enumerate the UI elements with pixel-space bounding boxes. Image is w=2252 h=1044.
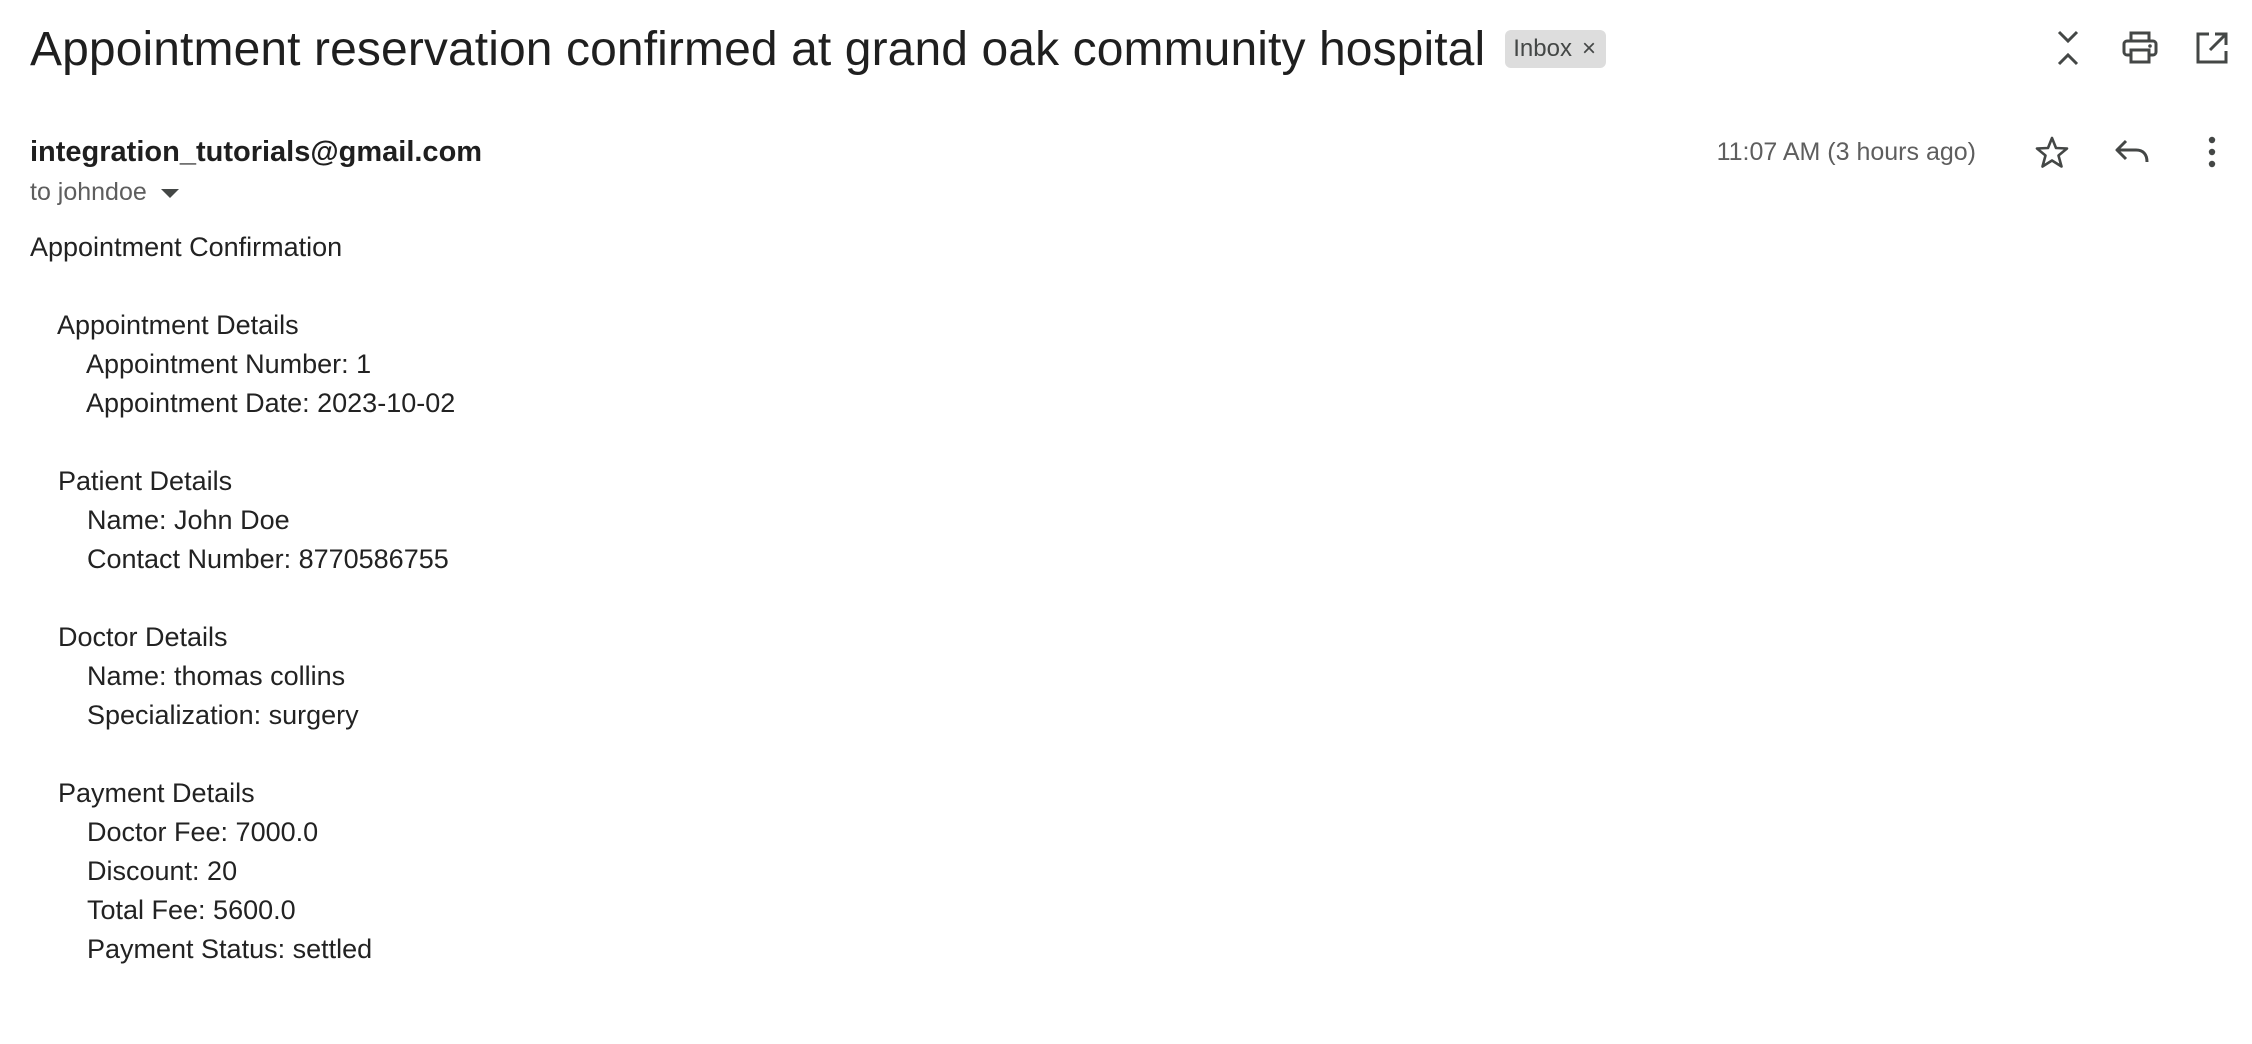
open-in-new-window-icon[interactable] [2188, 24, 2236, 72]
expand-collapse-icon[interactable] [2044, 24, 2092, 72]
top-actions [2020, 24, 2236, 72]
section-line: Specialization: surgery [87, 700, 359, 730]
section-title: Appointment Details [57, 310, 299, 340]
section-line: Name: John Doe [87, 505, 290, 535]
more-vert-icon[interactable] [2188, 128, 2236, 176]
label-text: Inbox [1513, 35, 1572, 62]
message-body: Appointment Confirmation Appointment Det… [30, 228, 455, 969]
inbox-label-chip[interactable]: Inbox × [1505, 30, 1606, 68]
section-line: Contact Number: 8770586755 [87, 544, 449, 574]
section-line: Appointment Date: 2023-10-02 [86, 388, 456, 418]
payment-details-section: Payment Details Doctor Fee: 7000.0 Disco… [30, 774, 455, 969]
message-timestamp: 11:07 AM (3 hours ago) [1716, 137, 1976, 166]
sender-email[interactable]: integration_tutorials@gmail.com [30, 136, 482, 169]
section-title: Payment Details [58, 778, 255, 808]
section-title: Patient Details [58, 466, 233, 496]
chevron-down-icon[interactable] [160, 189, 179, 198]
reply-icon[interactable] [2108, 128, 2156, 176]
section-line: Name: thomas collins [87, 661, 346, 691]
section-line: Appointment Number: 1 [86, 349, 372, 379]
message-meta: 11:07 AM (3 hours ago) [1717, 128, 2236, 176]
section-line: Total Fee: 5600.0 [87, 895, 296, 925]
doctor-details-section: Doctor Details Name: thomas collins Spec… [30, 618, 455, 735]
print-icon[interactable] [2116, 24, 2164, 72]
subject-bar: Appointment reservation confirmed at gra… [30, 14, 2222, 84]
patient-details-section: Patient Details Name: John Doe Contact N… [30, 462, 455, 579]
section-title: Doctor Details [58, 622, 228, 652]
appointment-details-section: Appointment Details Appointment Number: … [30, 306, 455, 423]
body-heading: Appointment Confirmation [30, 232, 343, 262]
section-line: Payment Status: settled [87, 934, 373, 964]
email-subject: Appointment reservation confirmed at gra… [30, 22, 1486, 76]
recipient-text: to johndoe [30, 178, 147, 206]
recipient-details-toggle[interactable]: to johndoe [30, 178, 179, 207]
remove-label-button[interactable]: × [1582, 37, 1596, 61]
section-line: Discount: 20 [87, 856, 238, 886]
star-icon[interactable] [2028, 128, 2076, 176]
section-line: Doctor Fee: 7000.0 [87, 817, 319, 847]
